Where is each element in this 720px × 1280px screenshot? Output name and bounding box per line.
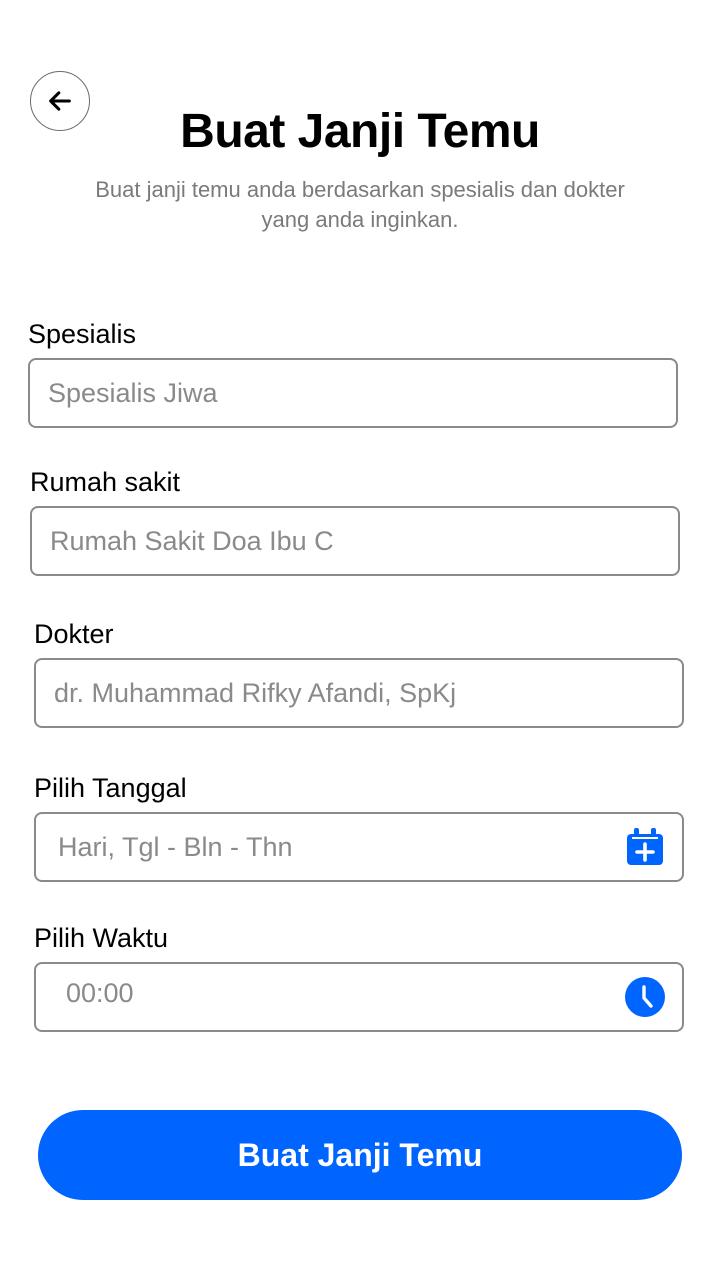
- clock-icon[interactable]: [624, 976, 666, 1018]
- hospital-field-box: [30, 506, 680, 576]
- specialist-field-box: [28, 358, 678, 428]
- doctor-input[interactable]: [54, 677, 682, 709]
- appointment-screen: Buat Janji Temu Buat janji temu anda ber…: [0, 0, 720, 1280]
- doctor-field-box: [34, 658, 684, 728]
- page-title: Buat Janji Temu: [180, 105, 540, 158]
- submit-appointment-button[interactable]: Buat Janji Temu: [38, 1110, 682, 1200]
- time-label: Pilih Waktu: [34, 923, 169, 953]
- time-field-box: [34, 962, 684, 1032]
- specialist-label: Spesialis: [28, 319, 137, 349]
- hospital-input[interactable]: [50, 525, 678, 557]
- date-input[interactable]: [58, 831, 598, 863]
- specialist-input[interactable]: [48, 377, 676, 409]
- time-input[interactable]: [66, 977, 586, 1009]
- date-label: Pilih Tanggal: [34, 773, 187, 803]
- doctor-label: Dokter: [34, 619, 114, 649]
- calendar-add-icon[interactable]: [624, 826, 666, 868]
- page-subtitle: Buat janji temu anda berdasarkan spesial…: [95, 177, 625, 232]
- hospital-label: Rumah sakit: [30, 467, 181, 497]
- date-field-box: [34, 812, 684, 882]
